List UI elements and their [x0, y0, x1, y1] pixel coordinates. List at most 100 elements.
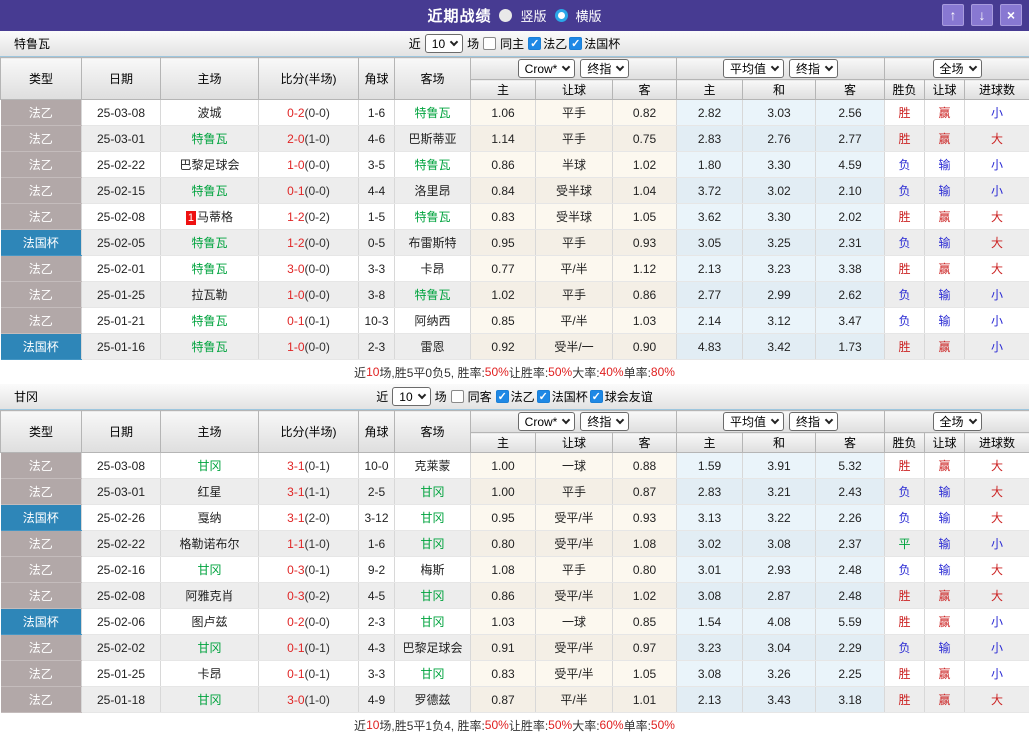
avg-away-cell: 2.62: [816, 282, 885, 308]
halftime-score: (0-1): [305, 563, 330, 577]
scope-select[interactable]: 全场: [933, 59, 982, 78]
type-cell: 法国杯: [1, 334, 82, 360]
average-index-select[interactable]: 终指: [789, 59, 838, 78]
league-checkbox[interactable]: ✓: [590, 390, 603, 403]
odds-index-select[interactable]: 终指: [580, 412, 629, 431]
summary-text: 单率:: [624, 717, 651, 734]
odds-source-select[interactable]: Crow*: [518, 59, 576, 78]
result-cell: 负: [885, 505, 925, 531]
chevron-down-icon: [562, 416, 570, 424]
halftime-score: (0-0): [305, 615, 330, 629]
corner-cell: 3-8: [359, 282, 395, 308]
league-checkbox[interactable]: ✓: [528, 37, 541, 50]
odds-away-cell: 1.03: [613, 308, 677, 334]
fulltime-score: 0-2: [287, 106, 304, 120]
scope-select[interactable]: 全场: [933, 412, 982, 431]
halftime-score: (0-1): [305, 459, 330, 473]
score-cell: 0-2(0-0): [259, 609, 359, 635]
home-team-cell: 巴黎足球会: [161, 152, 259, 178]
move-up-icon[interactable]: ↑: [942, 4, 964, 26]
avg-home-cell: 2.83: [677, 126, 743, 152]
odds-source-select[interactable]: Crow*: [518, 412, 576, 431]
match-count-select[interactable]: 10: [425, 34, 463, 53]
avg-draw-cell: 2.76: [743, 126, 816, 152]
col-away: 客场: [395, 58, 471, 100]
league-checkbox[interactable]: ✓: [569, 37, 582, 50]
date-cell: 25-02-08: [82, 583, 161, 609]
summary-text: 60%: [600, 718, 624, 732]
halftime-score: (1-1): [305, 485, 330, 499]
league-checkbox-label: 法乙: [543, 35, 567, 52]
same-venue-checkbox[interactable]: [451, 390, 464, 403]
handicap-cell: 受半球: [536, 178, 613, 204]
halftime-score: (0-0): [305, 340, 330, 354]
away-team-cell: 卡昂: [395, 256, 471, 282]
corner-cell: 4-3: [359, 635, 395, 661]
date-cell: 25-01-18: [82, 687, 161, 713]
goals-cell: 小: [965, 308, 1029, 334]
avg-draw-cell: 3.08: [743, 531, 816, 557]
halftime-score: (1-0): [305, 132, 330, 146]
fulltime-score: 1-0: [287, 158, 304, 172]
odds-home-cell: 0.86: [471, 152, 536, 178]
move-down-icon[interactable]: ↓: [971, 4, 993, 26]
home-team-cell: 特鲁瓦: [161, 334, 259, 360]
avg-draw-cell: 2.87: [743, 583, 816, 609]
col-handicap-result: 让球: [925, 80, 965, 100]
avg-home-cell: 1.54: [677, 609, 743, 635]
match-count-select[interactable]: 10: [392, 387, 430, 406]
avg-away-cell: 5.59: [816, 609, 885, 635]
odds-group-header: Crow* 终指: [471, 411, 677, 433]
result-cell: 负: [885, 479, 925, 505]
odds-index-select[interactable]: 终指: [580, 59, 629, 78]
average-source-select[interactable]: 平均值: [723, 59, 784, 78]
horizontal-layout-radio[interactable]: [555, 9, 568, 22]
score-cell: 0-1(0-0): [259, 178, 359, 204]
home-team-name: 波城: [197, 106, 221, 120]
odds-home-cell: 0.85: [471, 308, 536, 334]
match-row: 法乙25-03-01红星3-1(1-1)2-5甘冈1.00平手0.872.833…: [1, 479, 1029, 505]
avg-away-cell: 2.25: [816, 661, 885, 687]
date-cell: 25-03-08: [82, 100, 161, 126]
avg-away-cell: 2.43: [816, 479, 885, 505]
match-row: 法乙25-02-22巴黎足球会1-0(0-0)3-5特鲁瓦0.86半球1.021…: [1, 152, 1029, 178]
league-checkbox[interactable]: ✓: [537, 390, 550, 403]
result-cell: 平: [885, 531, 925, 557]
odds-away-cell: 1.01: [613, 687, 677, 713]
col-avg-draw: 和: [743, 433, 816, 453]
type-cell: 法乙: [1, 583, 82, 609]
close-icon[interactable]: ×: [1000, 4, 1022, 26]
avg-home-cell: 3.62: [677, 204, 743, 230]
away-team-cell: 特鲁瓦: [395, 204, 471, 230]
away-team-name: 甘冈: [420, 667, 444, 681]
handicap-result-cell: 输: [925, 635, 965, 661]
odds-away-cell: 0.93: [613, 505, 677, 531]
record-summary: 近10场,胜5平1负4, 胜率:50% 让胜率:50% 大率:60% 单率:50…: [0, 713, 1029, 735]
horizontal-layout-label: 横版: [576, 6, 602, 25]
avg-away-cell: 2.37: [816, 531, 885, 557]
corner-cell: 9-2: [359, 557, 395, 583]
handicap-cell: 半球: [536, 152, 613, 178]
average-source-select[interactable]: 平均值: [723, 412, 784, 431]
corner-cell: 10-3: [359, 308, 395, 334]
handicap-cell: 平/半: [536, 256, 613, 282]
score-cell: 0-3(0-2): [259, 583, 359, 609]
league-checkbox[interactable]: ✓: [496, 390, 509, 403]
average-index-select[interactable]: 终指: [789, 412, 838, 431]
avg-home-cell: 2.77: [677, 282, 743, 308]
match-row: 法国杯25-02-06图卢兹0-2(0-0)2-3甘冈1.03一球0.851.5…: [1, 609, 1029, 635]
avg-draw-cell: 3.42: [743, 334, 816, 360]
league-checkbox-label: 球会友谊: [605, 388, 653, 405]
fulltime-score: 0-1: [287, 184, 304, 198]
col-away: 客场: [395, 411, 471, 453]
type-cell: 法乙: [1, 282, 82, 308]
odds-away-cell: 0.87: [613, 479, 677, 505]
avg-draw-cell: 3.43: [743, 687, 816, 713]
col-odds-home: 主: [471, 80, 536, 100]
vertical-layout-radio[interactable]: [499, 9, 512, 22]
odds-home-cell: 1.00: [471, 453, 536, 479]
same-venue-checkbox[interactable]: [483, 37, 496, 50]
goals-cell: 大: [965, 687, 1029, 713]
avg-away-cell: 2.48: [816, 557, 885, 583]
summary-text: 50%: [548, 718, 572, 732]
